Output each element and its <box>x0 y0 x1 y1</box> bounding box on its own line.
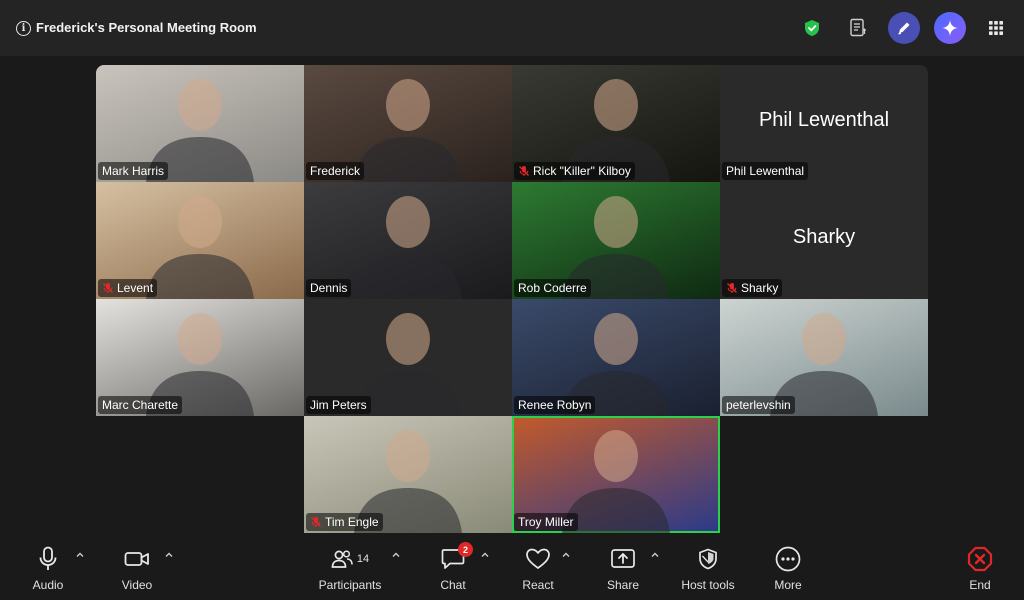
participant-name: Mark Harris <box>102 164 164 178</box>
muted-microphone-icon <box>726 282 738 294</box>
more-ellipsis-icon <box>775 546 801 572</box>
host-shield-icon <box>698 546 718 572</box>
participants-icon <box>331 550 353 568</box>
participant-tile[interactable]: Dennis <box>304 182 512 299</box>
chat-bubble-icon: 2 <box>441 542 473 572</box>
participant-tile[interactable]: Marc Charette <box>96 299 304 416</box>
participant-name-tag: Jim Peters <box>306 396 371 414</box>
participant-name: Rob Coderre <box>518 281 587 295</box>
participant-tile[interactable]: Sharky Sharky <box>720 182 928 299</box>
participant-name: Renee Robyn <box>518 398 592 412</box>
info-icon[interactable]: i <box>16 21 31 36</box>
video-gallery: Mark Harris Frederick Rick "Killer" Kilboy… <box>96 65 928 533</box>
share-label: Share <box>606 578 640 592</box>
participant-name: Marc Charette <box>102 398 179 412</box>
participants-options-caret-icon[interactable] <box>391 550 401 560</box>
end-label: End <box>969 578 991 592</box>
host-tools-button[interactable]: Host tools <box>677 546 739 596</box>
participant-tile[interactable]: peterlevshin <box>720 299 928 416</box>
share-screen-icon <box>610 546 636 572</box>
microphone-icon <box>38 546 58 572</box>
react-options-caret-icon[interactable] <box>561 550 571 560</box>
participant-name-tag: Mark Harris <box>98 162 168 180</box>
video-camera-icon <box>124 546 150 572</box>
participants-button[interactable]: 14 Participants <box>314 546 386 596</box>
participant-name-tag: Dennis <box>306 279 352 297</box>
participant-display-name: Sharky <box>792 226 856 248</box>
end-meeting-icon <box>967 546 993 572</box>
participant-tile[interactable]: Renee Robyn <box>512 299 720 416</box>
participant-name: Rick "Killer" Kilboy <box>533 164 631 178</box>
participant-name-tag: peterlevshin <box>722 396 795 414</box>
top-right-controls <box>782 12 1012 44</box>
title-bar: i Frederick's Personal Meeting Room <box>0 0 1024 56</box>
participant-tile[interactable]: Levent <box>96 182 304 299</box>
more-label: More <box>774 578 802 592</box>
participant-display-name: Phil Lewenthal <box>758 109 890 131</box>
participant-name: peterlevshin <box>726 398 791 412</box>
chat-options-caret-icon[interactable] <box>480 550 490 560</box>
react-label: React <box>522 578 554 592</box>
participant-name: Dennis <box>310 281 348 295</box>
participant-name-tag: Renee Robyn <box>514 396 596 414</box>
participant-name-tag: Frederick <box>306 162 365 180</box>
muted-microphone-icon <box>310 516 322 528</box>
participant-name: Sharky <box>741 281 779 295</box>
chat-unread-badge: 2 <box>458 542 473 557</box>
participant-name: Frederick <box>310 164 361 178</box>
participant-name-tag: Levent <box>98 279 158 297</box>
participants-count: 14 <box>356 553 370 565</box>
participant-tile[interactable]: Tim Engle <box>304 416 512 533</box>
muted-microphone-icon <box>102 282 114 294</box>
participant-tile[interactable]: Troy Miller <box>512 416 720 533</box>
transcript-icon[interactable] <box>842 12 874 44</box>
meeting-title: Frederick's Personal Meeting Room <box>36 20 257 35</box>
participant-tile[interactable]: Rick "Killer" Kilboy <box>512 65 720 182</box>
participant-name-tag: Sharky <box>722 279 783 297</box>
chat-label: Chat <box>440 578 466 592</box>
participant-name-tag: Troy Miller <box>514 513 578 531</box>
participant-name-tag: Rob Coderre <box>514 279 591 297</box>
end-meeting-button[interactable]: End <box>960 546 1000 596</box>
participant-tile[interactable]: Mark Harris <box>96 65 304 182</box>
participant-name: Tim Engle <box>325 515 379 529</box>
share-button[interactable]: Share <box>603 546 643 596</box>
video-button[interactable]: Video <box>117 546 157 596</box>
participant-tile[interactable]: Phil Lewenthal Phil Lewenthal <box>720 65 928 182</box>
ai-companion-sparkle-icon[interactable] <box>934 12 966 44</box>
participant-name-tag: Tim Engle <box>306 513 383 531</box>
video-options-caret-icon[interactable] <box>164 550 174 560</box>
whiteboard-pen-icon[interactable] <box>888 12 920 44</box>
react-button[interactable]: React <box>518 546 558 596</box>
audio-options-caret-icon[interactable] <box>75 550 85 560</box>
encryption-shield-icon[interactable] <box>796 12 828 44</box>
participant-name: Levent <box>117 281 154 295</box>
participant-name: Troy Miller <box>518 515 574 529</box>
chat-button[interactable]: 2 Chat <box>433 542 473 596</box>
audio-button[interactable]: Audio <box>28 546 68 596</box>
host-tools-label: Host tools <box>681 578 735 592</box>
heart-icon <box>525 546 551 572</box>
meeting-toolbar: Audio Video 14 Participants 2 Chat React… <box>0 540 1024 600</box>
participants-label: Participants <box>318 578 382 592</box>
participant-name-tag: Rick "Killer" Kilboy <box>514 162 635 180</box>
more-button[interactable]: More <box>768 546 808 596</box>
audio-label: Audio <box>32 578 64 592</box>
share-options-caret-icon[interactable] <box>650 550 660 560</box>
participant-tile[interactable]: Jim Peters <box>304 299 512 416</box>
participant-name-tag: Phil Lewenthal <box>722 162 809 180</box>
muted-microphone-icon <box>518 165 530 177</box>
participant-tile[interactable]: Rob Coderre <box>512 182 720 299</box>
participant-name-tag: Marc Charette <box>98 396 183 414</box>
participant-name: Jim Peters <box>310 398 367 412</box>
apps-grid-icon[interactable] <box>980 12 1012 44</box>
video-label: Video <box>121 578 153 592</box>
participants-icon-group: 14 <box>331 546 369 572</box>
participant-name: Phil Lewenthal <box>726 164 805 178</box>
participant-tile[interactable]: Frederick <box>304 65 512 182</box>
